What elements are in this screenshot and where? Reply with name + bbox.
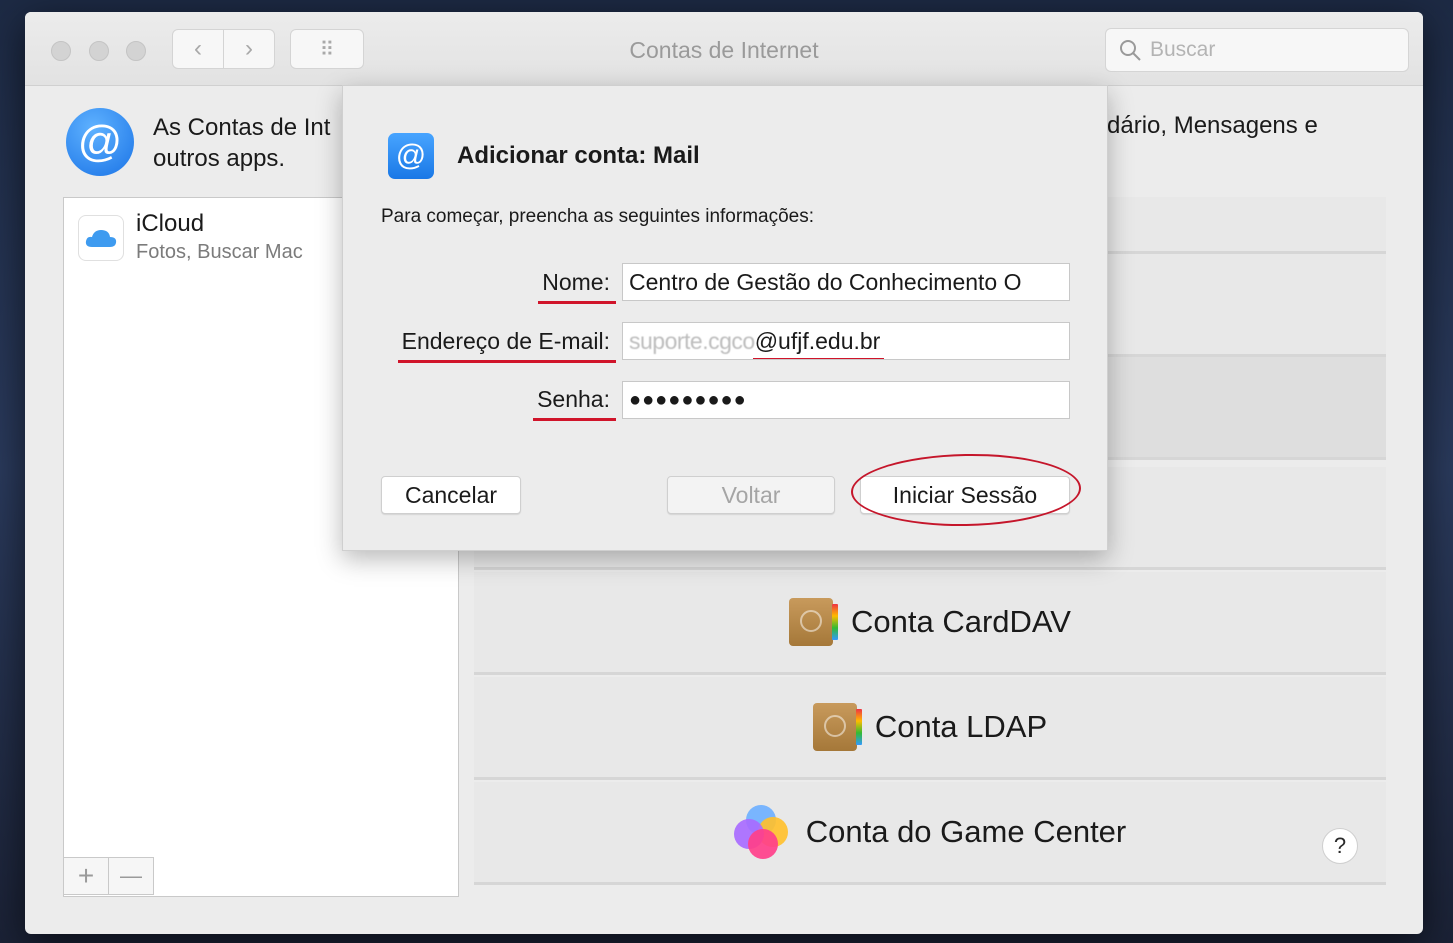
header-line-1: As Contas de Int [153,114,331,141]
remove-account-button[interactable]: — [108,857,154,895]
account-subtitle: Fotos, Buscar Mac [136,241,303,263]
email-label-text: Endereço de E-mail: [401,328,610,354]
password-label-text: Senha: [537,386,610,412]
name-value: Centro de Gestão do Conhecimento O [629,268,1022,295]
add-mail-account-sheet: @ Adicionar conta: Mail Para começar, pr… [342,85,1108,551]
name-label: Nome: [538,269,616,304]
email-label: Endereço de E-mail: [397,328,616,363]
cancel-button[interactable]: Cancelar [381,476,521,514]
annotation-underline [397,360,616,363]
sheet-intro: Para começar, preencha as seguintes info… [381,206,815,227]
internet-accounts-icon: @ [66,108,134,176]
account-name: iCloud [136,210,205,237]
email-field[interactable]: suporte.cgco @ufjf.edu.br [622,322,1070,360]
list-buttons: + — [63,857,154,897]
provider-carddav[interactable]: Conta CardDAV [474,572,1386,675]
at-sign-icon: @ [388,133,434,179]
provider-label: Conta LDAP [874,709,1048,744]
add-account-button[interactable]: + [63,857,109,895]
icloud-icon [78,215,124,261]
name-field[interactable]: Centro de Gestão do Conhecimento O [622,263,1070,301]
password-value: ●●●●●●●●● [629,388,747,411]
provider-ldap[interactable]: Conta LDAP [474,677,1386,780]
name-label-text: Nome: [542,269,610,295]
annotation-underline [538,301,616,304]
provider-game-center[interactable]: Conta do Game Center [474,782,1386,885]
contacts-icon [812,703,862,751]
internet-accounts-window: ‹ › ⠿ Contas de Internet Buscar @ As Con… [25,12,1423,934]
provider-label: Conta do Game Center [805,814,1127,849]
title-bar: ‹ › ⠿ Contas de Internet Buscar [25,12,1423,86]
search-icon [1120,40,1141,61]
header-description-right: dário, Mensagens e [1107,112,1318,139]
back-button[interactable]: Voltar [667,476,835,514]
annotation-underline [752,357,885,359]
password-label: Senha: [533,386,616,421]
annotation-underline [533,418,616,421]
header-line-2: outros apps. [153,145,286,172]
search-field[interactable]: Buscar [1105,28,1409,72]
help-button[interactable]: ? [1322,828,1358,864]
contacts-icon [789,598,839,646]
search-placeholder: Buscar [1150,38,1216,61]
email-domain: @ufjf.edu.br [752,327,885,359]
provider-label: Conta CardDAV [851,604,1071,639]
header-description: As Contas de Int outros apps. [153,112,353,174]
email-domain-text: @ufjf.edu.br [754,327,881,354]
password-field[interactable]: ●●●●●●●●● [622,381,1070,419]
email-local-part: suporte.cgco [629,327,755,354]
sheet-title: Adicionar conta: Mail [457,142,700,169]
annotation-circle [850,451,1082,529]
game-center-icon [733,805,788,859]
